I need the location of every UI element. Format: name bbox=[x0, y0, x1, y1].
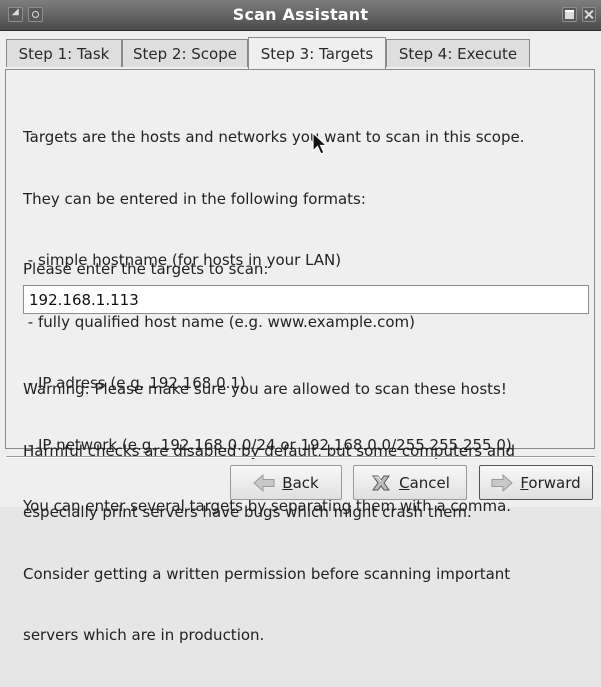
cancel-button[interactable]: Cancel bbox=[353, 465, 467, 500]
arrow-right-icon bbox=[491, 473, 514, 492]
button-separator bbox=[6, 456, 595, 458]
warning-line: servers which are in production. bbox=[23, 626, 265, 644]
cancel-x-icon bbox=[372, 475, 391, 490]
mouse-pointer-icon bbox=[312, 132, 329, 155]
scan-warning: Warning: Please make sure you are allowe… bbox=[23, 338, 515, 687]
scan-assistant-window: Scan Assistant Step 1: Task Step 2: Scop… bbox=[0, 0, 601, 644]
warning-line: Consider getting a written permission be… bbox=[23, 564, 511, 583]
tab-step-3-targets[interactable]: Step 3: Targets bbox=[248, 37, 386, 69]
instruction-line: - fully qualified host name (e.g. www.ex… bbox=[23, 312, 416, 331]
cancel-button-label: Cancel bbox=[399, 473, 450, 492]
back-button-label: Back bbox=[282, 473, 319, 492]
warning-line: especially print servers have bugs which… bbox=[23, 503, 472, 521]
tab-step-2-scope[interactable]: Step 2: Scope bbox=[122, 39, 248, 67]
title-bar[interactable]: Scan Assistant bbox=[0, 0, 601, 31]
back-button[interactable]: Back bbox=[230, 465, 342, 500]
tab-step-1-task[interactable]: Step 1: Task bbox=[6, 39, 122, 67]
instruction-line: Targets are the hosts and networks you w… bbox=[23, 128, 525, 146]
window-title: Scan Assistant bbox=[232, 5, 369, 24]
targets-label: Please enter the targets to scan: bbox=[23, 260, 269, 278]
close-icon[interactable] bbox=[582, 7, 596, 22]
targets-input[interactable] bbox=[23, 285, 589, 314]
warning-line: Warning: Please make sure you are allowe… bbox=[23, 380, 507, 398]
forward-button-label: Forward bbox=[520, 473, 581, 492]
maximize-icon[interactable] bbox=[562, 7, 577, 22]
tab-step-4-execute[interactable]: Step 4: Execute bbox=[386, 39, 530, 67]
instruction-line: They can be entered in the following for… bbox=[23, 189, 366, 208]
forward-button[interactable]: Forward bbox=[479, 465, 593, 500]
arrow-left-icon bbox=[253, 473, 275, 492]
